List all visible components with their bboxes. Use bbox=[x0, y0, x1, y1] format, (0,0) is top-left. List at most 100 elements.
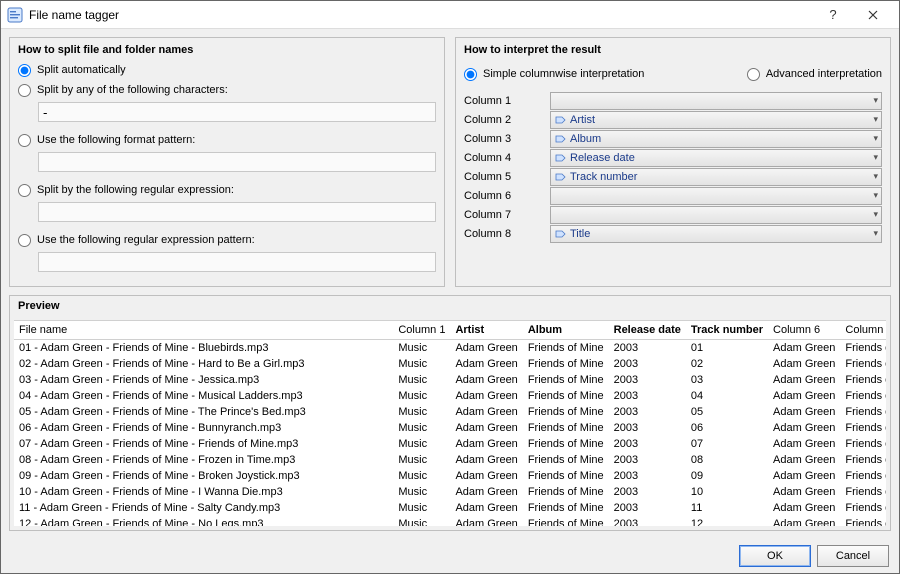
opt-regex-radio[interactable] bbox=[18, 184, 31, 197]
column-map-row: Column 3 Album ▾ bbox=[464, 130, 882, 148]
opt-any-chars-radio[interactable] bbox=[18, 84, 31, 97]
column-combo[interactable]: Album ▾ bbox=[550, 130, 882, 148]
column-combo[interactable]: ▾ bbox=[550, 206, 882, 224]
split-heading: How to split file and folder names bbox=[18, 44, 436, 56]
any-chars-input[interactable] bbox=[38, 102, 436, 122]
table-header[interactable]: Track number bbox=[686, 321, 768, 340]
column-combo[interactable]: Artist▾ bbox=[550, 111, 882, 129]
tag-icon: Track number bbox=[555, 171, 637, 183]
table-cell: 2003 bbox=[609, 388, 686, 404]
column-label: Column 8 bbox=[464, 228, 544, 240]
column-label: Column 3 bbox=[464, 133, 544, 145]
table-cell: 09 - Adam Green - Friends of Mine - Brok… bbox=[14, 468, 393, 484]
column-map-row: Column 5 Track number ▾ bbox=[464, 168, 882, 186]
preview-table: File nameColumn 1ArtistAlbumRelease date… bbox=[14, 321, 886, 526]
table-header[interactable]: Release date bbox=[609, 321, 686, 340]
opt-pattern[interactable]: Use the following format pattern: bbox=[18, 132, 436, 148]
regex-input[interactable] bbox=[38, 202, 436, 222]
table-cell: Adam Green bbox=[768, 468, 840, 484]
opt-auto[interactable]: Split automatically bbox=[18, 62, 436, 78]
table-cell: Friends of Mine bbox=[523, 340, 609, 357]
mode-simple-label: Simple columnwise interpretation bbox=[483, 68, 644, 80]
opt-regex[interactable]: Split by the following regular expressio… bbox=[18, 182, 436, 198]
column-combo[interactable]: Release date▾ bbox=[550, 149, 882, 167]
table-cell: Music bbox=[393, 340, 450, 357]
chevron-down-icon: ▾ bbox=[873, 171, 878, 182]
table-cell: Friends of Mine bbox=[523, 420, 609, 436]
table-cell: 04 bbox=[686, 388, 768, 404]
table-cell: 2003 bbox=[609, 356, 686, 372]
table-cell: 2003 bbox=[609, 404, 686, 420]
column-combo[interactable]: Title▾ bbox=[550, 225, 882, 243]
opt-regex-pattern-radio[interactable] bbox=[18, 234, 31, 247]
table-cell: 12 bbox=[686, 516, 768, 526]
table-cell: Friends of Mine bbox=[523, 500, 609, 516]
table-cell: 12 - Adam Green - Friends of Mine - No L… bbox=[14, 516, 393, 526]
table-row[interactable]: 07 - Adam Green - Friends of Mine - Frie… bbox=[14, 436, 886, 452]
cancel-button[interactable]: Cancel bbox=[817, 545, 889, 567]
table-cell: Adam Green bbox=[768, 516, 840, 526]
table-row[interactable]: 04 - Adam Green - Friends of Mine - Musi… bbox=[14, 388, 886, 404]
table-cell: 11 - Adam Green - Friends of Mine - Salt… bbox=[14, 500, 393, 516]
column-combo[interactable]: ▾ bbox=[550, 187, 882, 205]
chevron-down-icon: ▾ bbox=[873, 190, 878, 201]
table-cell: Music bbox=[393, 484, 450, 500]
table-cell: Adam Green bbox=[768, 340, 840, 357]
table-header[interactable]: File name bbox=[14, 321, 393, 340]
opt-any-chars-label: Split by any of the following characters… bbox=[37, 84, 228, 96]
opt-regex-pattern[interactable]: Use the following regular expression pat… bbox=[18, 232, 436, 248]
opt-auto-radio[interactable] bbox=[18, 64, 31, 77]
table-row[interactable]: 05 - Adam Green - Friends of Mine - The … bbox=[14, 404, 886, 420]
opt-any-chars[interactable]: Split by any of the following characters… bbox=[18, 82, 436, 98]
table-row[interactable]: 08 - Adam Green - Friends of Mine - Froz… bbox=[14, 452, 886, 468]
table-header[interactable]: Album bbox=[523, 321, 609, 340]
column-combo[interactable]: ▾ bbox=[550, 92, 882, 110]
chevron-down-icon: ▾ bbox=[873, 114, 878, 125]
table-header[interactable]: Artist bbox=[450, 321, 522, 340]
column-label: Column 5 bbox=[464, 171, 544, 183]
table-cell: Music bbox=[393, 500, 450, 516]
table-row[interactable]: 12 - Adam Green - Friends of Mine - No L… bbox=[14, 516, 886, 526]
tag-icon: Album bbox=[555, 133, 601, 145]
table-header[interactable]: Column 6 bbox=[768, 321, 840, 340]
table-row[interactable]: 10 - Adam Green - Friends of Mine - I Wa… bbox=[14, 484, 886, 500]
column-combo[interactable]: Track number ▾ bbox=[550, 168, 882, 186]
ok-button[interactable]: OK bbox=[739, 545, 811, 567]
column-map-row: Column 4Release date▾ bbox=[464, 149, 882, 167]
table-cell: Adam Green bbox=[450, 484, 522, 500]
mode-simple[interactable]: Simple columnwise interpretation bbox=[464, 66, 644, 82]
preview-table-wrap[interactable]: File nameColumn 1ArtistAlbumRelease date… bbox=[14, 320, 886, 526]
table-row[interactable]: 09 - Adam Green - Friends of Mine - Brok… bbox=[14, 468, 886, 484]
mode-advanced-radio[interactable] bbox=[747, 68, 760, 81]
table-row[interactable]: 02 - Adam Green - Friends of Mine - Hard… bbox=[14, 356, 886, 372]
help-button[interactable]: ? bbox=[813, 1, 853, 29]
chevron-down-icon: ▾ bbox=[873, 133, 878, 144]
app-icon bbox=[7, 7, 23, 23]
table-cell: Friends of Mine bbox=[840, 484, 886, 500]
table-row[interactable]: 11 - Adam Green - Friends of Mine - Salt… bbox=[14, 500, 886, 516]
table-cell: 2003 bbox=[609, 516, 686, 526]
regex-pattern-input[interactable] bbox=[38, 252, 436, 272]
opt-pattern-radio[interactable] bbox=[18, 134, 31, 147]
column-label: Column 6 bbox=[464, 190, 544, 202]
table-cell: Friends of Mine bbox=[840, 452, 886, 468]
table-cell: 2003 bbox=[609, 436, 686, 452]
table-row[interactable]: 06 - Adam Green - Friends of Mine - Bunn… bbox=[14, 420, 886, 436]
table-cell: Music bbox=[393, 420, 450, 436]
window-title: File name tagger bbox=[29, 8, 813, 22]
table-row[interactable]: 03 - Adam Green - Friends of Mine - Jess… bbox=[14, 372, 886, 388]
mode-advanced[interactable]: Advanced interpretation bbox=[747, 66, 882, 82]
opt-pattern-label: Use the following format pattern: bbox=[37, 134, 195, 146]
column-map-row: Column 6 ▾ bbox=[464, 187, 882, 205]
table-header[interactable]: Column 7 bbox=[840, 321, 886, 340]
pattern-input[interactable] bbox=[38, 152, 436, 172]
table-cell: Adam Green bbox=[450, 420, 522, 436]
table-cell: Adam Green bbox=[768, 404, 840, 420]
table-header[interactable]: Column 1 bbox=[393, 321, 450, 340]
close-button[interactable] bbox=[853, 1, 893, 29]
table-row[interactable]: 01 - Adam Green - Friends of Mine - Blue… bbox=[14, 340, 886, 357]
mode-simple-radio[interactable] bbox=[464, 68, 477, 81]
split-group: How to split file and folder names Split… bbox=[9, 37, 445, 287]
table-cell: Adam Green bbox=[768, 420, 840, 436]
table-cell: 2003 bbox=[609, 340, 686, 357]
